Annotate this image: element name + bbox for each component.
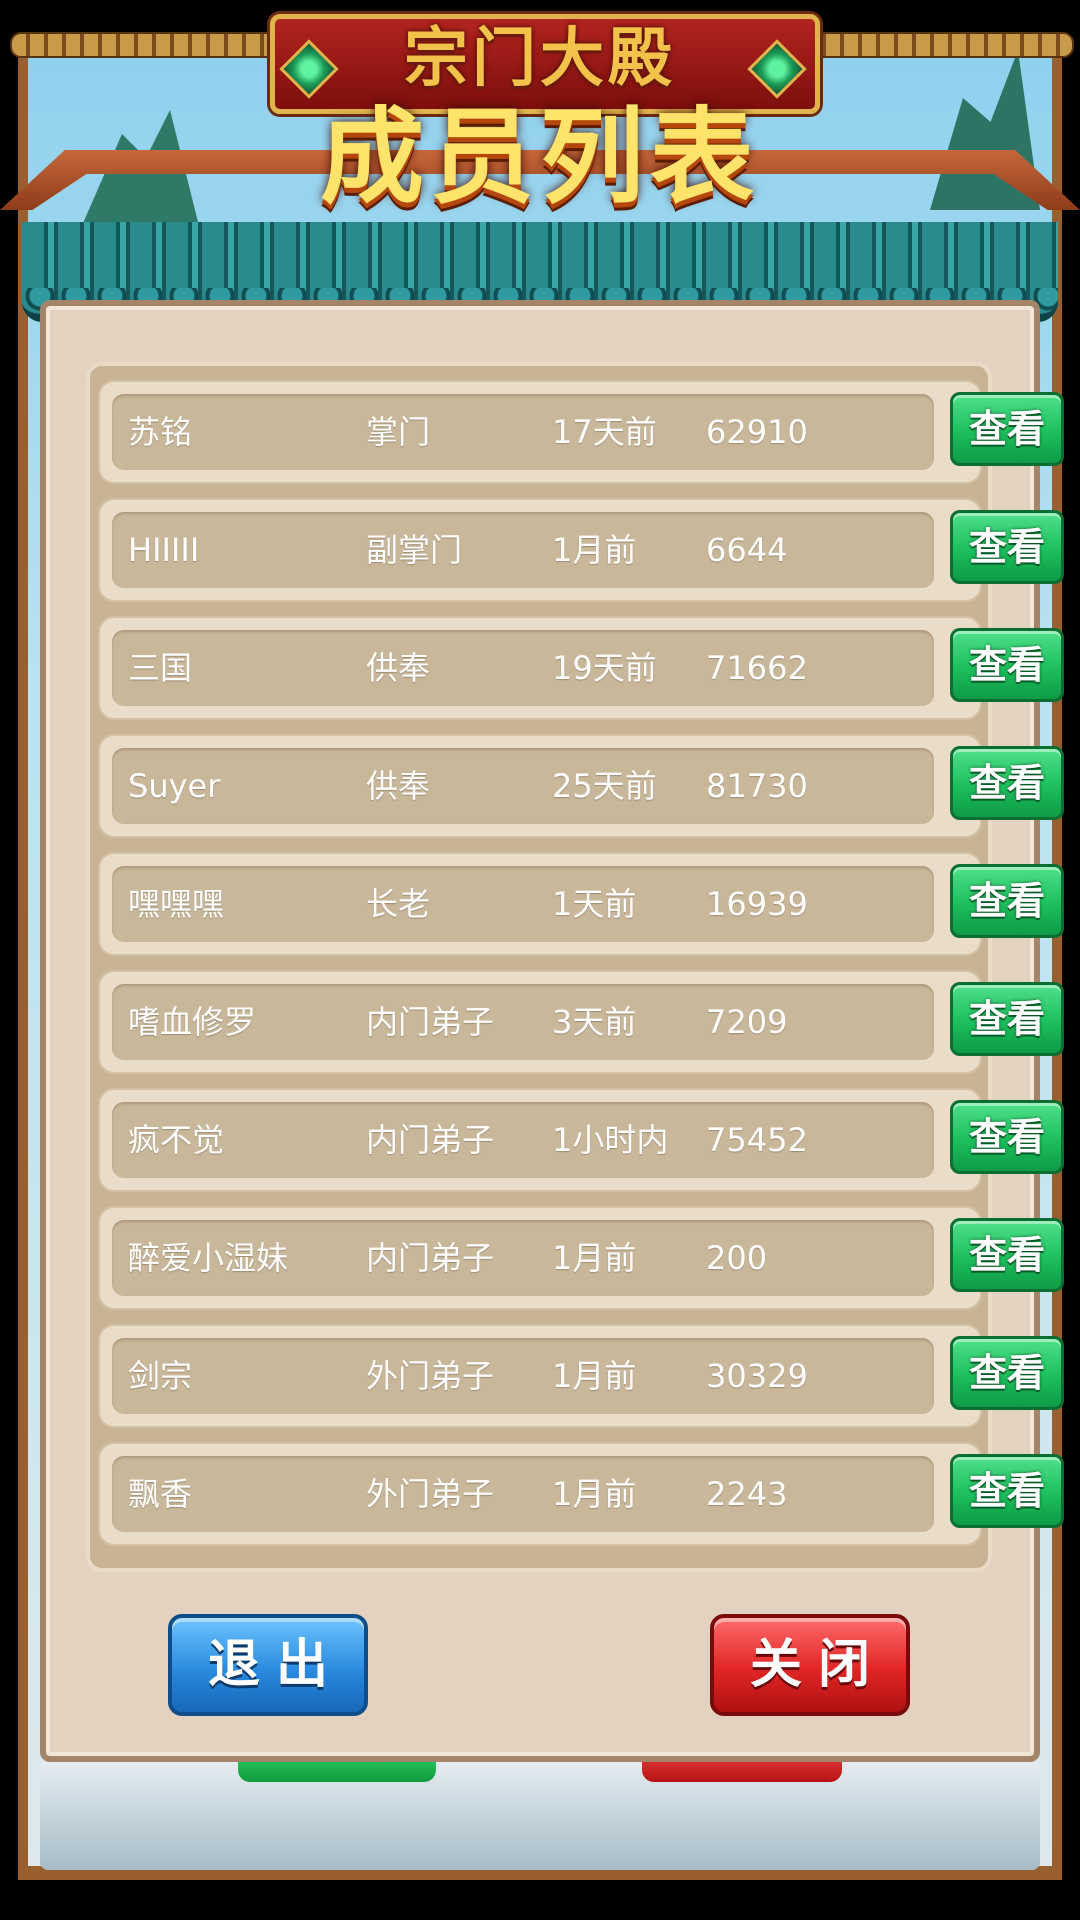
member-last-online: 1月前 <box>552 1239 637 1277</box>
member-score: 7209 <box>706 1003 788 1041</box>
member-row: 苏铭 掌门 17天前 62910 查看 <box>100 382 1064 482</box>
member-info: 醉爱小湿妹 内门弟子 1月前 200 <box>112 1220 934 1296</box>
member-last-online: 1小时内 <box>552 1121 669 1159</box>
member-name: Suyer <box>128 767 221 805</box>
member-name: 苏铭 <box>128 413 193 451</box>
rope-chain-left <box>10 32 314 58</box>
member-last-online: 1月前 <box>552 1357 637 1395</box>
member-name: 醉爱小湿妹 <box>128 1239 289 1277</box>
member-score: 81730 <box>706 767 808 805</box>
member-rank: 供奉 <box>366 649 431 687</box>
member-row: Suyer 供奉 25天前 81730 查看 <box>100 736 1064 836</box>
bottom-scenery <box>40 1760 1040 1870</box>
member-score: 75452 <box>706 1121 808 1159</box>
view-member-button[interactable]: 查看 <box>950 982 1064 1056</box>
member-last-online: 25天前 <box>552 767 657 805</box>
member-row: 嗜血修罗 内门弟子 3天前 7209 查看 <box>100 972 1064 1072</box>
member-score: 2243 <box>706 1475 788 1513</box>
member-info: HIIIII 副掌门 1月前 6644 <box>112 512 934 588</box>
member-row: 飘香 外门弟子 1月前 2243 查看 <box>100 1444 1064 1544</box>
view-member-button[interactable]: 查看 <box>950 864 1064 938</box>
member-info: 飘香 外门弟子 1月前 2243 <box>112 1456 934 1532</box>
view-member-button[interactable]: 查看 <box>950 1454 1064 1528</box>
member-info: 苏铭 掌门 17天前 62910 <box>112 394 934 470</box>
member-row: 醉爱小湿妹 内门弟子 1月前 200 查看 <box>100 1208 1064 1308</box>
member-rank: 内门弟子 <box>366 1003 495 1041</box>
member-name: 剑宗 <box>128 1357 193 1395</box>
member-last-online: 3天前 <box>552 1003 637 1041</box>
exit-button[interactable]: 退出 <box>168 1614 368 1716</box>
member-rank: 内门弟子 <box>366 1239 495 1277</box>
member-info: 剑宗 外门弟子 1月前 30329 <box>112 1338 934 1414</box>
view-member-button[interactable]: 查看 <box>950 392 1064 466</box>
view-member-button[interactable]: 查看 <box>950 510 1064 584</box>
member-rank: 副掌门 <box>366 531 463 569</box>
member-rank: 内门弟子 <box>366 1121 495 1159</box>
member-row: HIIIII 副掌门 1月前 6644 查看 <box>100 500 1064 600</box>
view-member-button[interactable]: 查看 <box>950 628 1064 702</box>
member-last-online: 1天前 <box>552 885 637 923</box>
member-rank: 外门弟子 <box>366 1357 495 1395</box>
member-name: 飘香 <box>128 1475 193 1513</box>
member-score: 200 <box>706 1239 768 1277</box>
member-last-online: 17天前 <box>552 413 657 451</box>
member-score: 71662 <box>706 649 808 687</box>
member-score: 6644 <box>706 531 788 569</box>
member-info: 三国 供奉 19天前 71662 <box>112 630 934 706</box>
member-rank: 外门弟子 <box>366 1475 495 1513</box>
view-member-button[interactable]: 查看 <box>950 1336 1064 1410</box>
view-member-button[interactable]: 查看 <box>950 1100 1064 1174</box>
member-rank: 掌门 <box>366 413 431 451</box>
member-info: 疯不觉 内门弟子 1小时内 75452 <box>112 1102 934 1178</box>
view-member-button[interactable]: 查看 <box>950 746 1064 820</box>
member-info: Suyer 供奉 25天前 81730 <box>112 748 934 824</box>
close-button[interactable]: 关闭 <box>710 1614 910 1716</box>
member-name: 嗜血修罗 <box>128 1003 257 1041</box>
game-screen: 宗门大殿 成员列表 苏铭 掌门 17天前 62910 查看 HIIIII 副掌门 1月前 664… <box>0 0 1080 1920</box>
member-score: 16939 <box>706 885 808 923</box>
member-name: HIIIII <box>128 531 200 569</box>
view-member-button[interactable]: 查看 <box>950 1218 1064 1292</box>
member-name: 疯不觉 <box>128 1121 225 1159</box>
member-last-online: 1月前 <box>552 1475 637 1513</box>
member-rank: 供奉 <box>366 767 431 805</box>
member-last-online: 19天前 <box>552 649 657 687</box>
member-score: 30329 <box>706 1357 808 1395</box>
member-info: 嘿嘿嘿 长老 1天前 16939 <box>112 866 934 942</box>
member-name: 嘿嘿嘿 <box>128 885 225 923</box>
member-row: 三国 供奉 19天前 71662 查看 <box>100 618 1064 718</box>
member-info: 嗜血修罗 内门弟子 3天前 7209 <box>112 984 934 1060</box>
member-name: 三国 <box>128 649 193 687</box>
member-row: 嘿嘿嘿 长老 1天前 16939 查看 <box>100 854 1064 954</box>
member-row: 剑宗 外门弟子 1月前 30329 查看 <box>100 1326 1064 1426</box>
member-row: 疯不觉 内门弟子 1小时内 75452 查看 <box>100 1090 1064 1190</box>
page-title: 成员列表 <box>319 96 760 218</box>
member-last-online: 1月前 <box>552 531 637 569</box>
hall-subtitle: 宗门大殿 <box>404 22 676 96</box>
member-score: 62910 <box>706 413 808 451</box>
member-rank: 长老 <box>366 885 431 923</box>
